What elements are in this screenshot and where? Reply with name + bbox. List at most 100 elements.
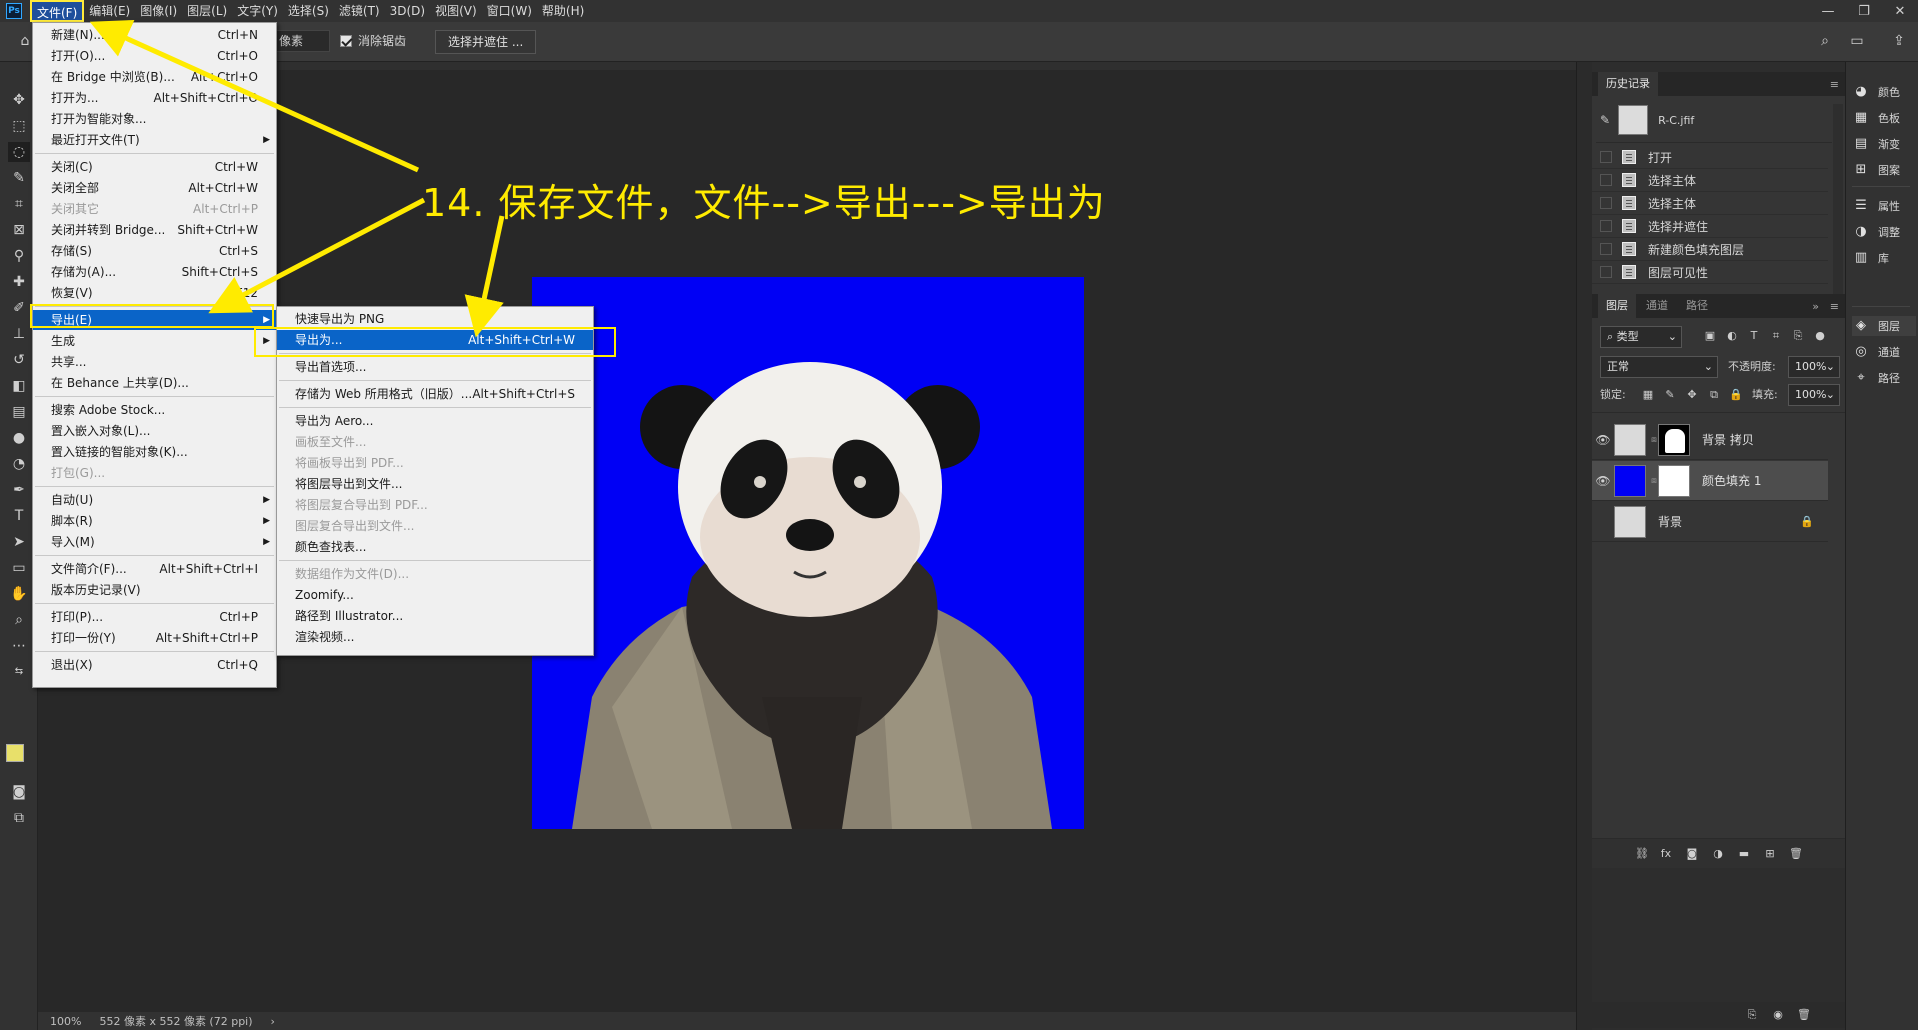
eye-icon[interactable]: 👁 xyxy=(1592,433,1614,447)
menu-save[interactable]: 存储(S) Ctrl+S xyxy=(33,241,276,261)
menu-place-linked[interactable]: 置入链接的智能对象(K)... xyxy=(33,442,276,462)
blend-mode-select[interactable]: 正常 ⌄ xyxy=(1600,356,1718,378)
menu-file[interactable]: 文件(F) xyxy=(30,0,85,22)
menu-share[interactable]: 共享... xyxy=(33,352,276,372)
status-arrow-icon[interactable]: › xyxy=(271,1015,275,1028)
dock-color[interactable]: ◕ 颜色 xyxy=(1852,82,1916,102)
history-step[interactable]: 图层可见性 xyxy=(1592,261,1828,284)
menu-type[interactable]: 文字(Y) xyxy=(232,0,283,22)
menu-scripts[interactable]: 脚本(R) ▶ xyxy=(33,511,276,531)
hand-tool-icon[interactable]: ✋ xyxy=(8,584,30,604)
history-scrollbar[interactable] xyxy=(1833,104,1843,304)
brush-tool-icon[interactable]: ✐ xyxy=(8,298,30,318)
layer-name[interactable]: 颜色填充 1 xyxy=(1702,472,1761,489)
menu-close-go-bridge[interactable]: 关闭并转到 Bridge... Shift+Ctrl+W xyxy=(33,220,276,240)
link-icon[interactable]: ⧈ xyxy=(1650,476,1658,486)
foreground-color-swatch[interactable] xyxy=(6,744,24,762)
panel-menu-icon[interactable]: ≡ xyxy=(1830,78,1839,91)
lock-all-icon[interactable]: 🔒 xyxy=(1728,387,1744,403)
add-mask-icon[interactable]: ◙ xyxy=(1684,846,1700,862)
filter-smart-object-icon[interactable]: ⎘ xyxy=(1790,328,1806,344)
dock-adjustments[interactable]: ◑ 调整 xyxy=(1852,222,1916,242)
menu-edit[interactable]: 编辑(E) xyxy=(84,0,135,22)
vertical-scrollbar[interactable] xyxy=(1576,62,1592,1030)
lock-icon[interactable]: 🔒 xyxy=(1800,515,1814,528)
tab-layers[interactable]: 图层 xyxy=(1598,294,1636,318)
crop-tool-icon[interactable]: ⌗ xyxy=(8,194,30,214)
menu-zoomify[interactable]: Zoomify... xyxy=(277,585,593,605)
menu-search-stock[interactable]: 搜索 Adobe Stock... xyxy=(33,400,276,420)
filter-type-icon[interactable]: T xyxy=(1746,328,1762,344)
menu-image[interactable]: 图像(I) xyxy=(135,0,182,22)
lock-image-icon[interactable]: ✎ xyxy=(1662,387,1678,403)
zoom-tool-icon[interactable]: ⌕ xyxy=(8,610,30,630)
lock-position-icon[interactable]: ✥ xyxy=(1684,387,1700,403)
dock-libraries[interactable]: ▥ 库 xyxy=(1852,248,1916,268)
filter-toggle-icon[interactable]: ● xyxy=(1812,328,1828,344)
new-layer-icon[interactable]: ⊞ xyxy=(1762,846,1778,862)
share-icon[interactable]: ⇪ xyxy=(1890,32,1908,50)
layer-mask-thumbnail[interactable] xyxy=(1658,423,1690,456)
lasso-tool-icon[interactable]: ◌ xyxy=(8,142,30,162)
dodge-tool-icon[interactable]: ◔ xyxy=(8,454,30,474)
new-group-icon[interactable]: ▬ xyxy=(1736,846,1752,862)
antialias-checkbox[interactable]: 消除锯齿 xyxy=(340,32,406,49)
link-icon[interactable]: ⧈ xyxy=(1650,435,1658,445)
marquee-tool-icon[interactable]: ⬚ xyxy=(8,116,30,136)
menu-close-all[interactable]: 关闭全部 Alt+Ctrl+W xyxy=(33,178,276,198)
menu-view[interactable]: 视图(V) xyxy=(430,0,482,22)
lock-artboard-icon[interactable]: ⧉ xyxy=(1706,387,1722,403)
history-step[interactable]: 选择主体 xyxy=(1592,169,1828,192)
healing-brush-icon[interactable]: ✚ xyxy=(8,272,30,292)
frame-tool-icon[interactable]: ⊠ xyxy=(8,220,30,240)
menu-export-preferences[interactable]: 导出首选项... xyxy=(277,357,593,377)
dock-channels[interactable]: ◎ 通道 xyxy=(1852,342,1916,362)
menu-revert[interactable]: 恢复(V) F12 xyxy=(33,283,276,303)
more-tools-icon[interactable]: ⋯ xyxy=(8,636,30,656)
screen-mode-icon[interactable]: ⧉ xyxy=(8,808,30,828)
layer-row[interactable]: 背景 🔒 xyxy=(1592,502,1828,542)
history-step[interactable]: 选择并遮住 xyxy=(1592,215,1828,238)
menu-print[interactable]: 打印(P)... Ctrl+P xyxy=(33,607,276,627)
select-and-mask-button[interactable]: 选择并遮住 ... xyxy=(435,30,537,54)
menu-paths-to-illustrator[interactable]: 路径到 Illustrator... xyxy=(277,606,593,626)
menu-recent-files[interactable]: 最近打开文件(T) ▶ xyxy=(33,130,276,150)
delete-layer-icon[interactable]: 🗑 xyxy=(1788,846,1804,862)
menu-layer[interactable]: 图层(L) xyxy=(182,0,232,22)
trash-icon[interactable]: 🗑 xyxy=(1796,1007,1812,1023)
menu-open[interactable]: 打开(O)... Ctrl+O xyxy=(33,46,276,66)
menu-window[interactable]: 窗口(W) xyxy=(482,0,537,22)
history-snapshot[interactable]: ✎ R-C.jfif xyxy=(1600,104,1836,136)
menu-quick-export-png[interactable]: 快速导出为 PNG xyxy=(277,309,593,329)
feather-unit-field[interactable]: 像素 xyxy=(272,30,330,52)
dock-swatches[interactable]: ▦ 色板 xyxy=(1852,108,1916,128)
dock-paths[interactable]: ⌖ 路径 xyxy=(1852,368,1916,388)
close-button[interactable]: ✕ xyxy=(1882,0,1918,22)
history-brush-icon[interactable]: ↺ xyxy=(8,350,30,370)
minimize-button[interactable]: — xyxy=(1810,0,1846,22)
layer-row[interactable]: 👁 ⧈ 背景 拷贝 xyxy=(1592,420,1828,460)
menu-place-embedded[interactable]: 置入嵌入对象(L)... xyxy=(33,421,276,441)
eraser-tool-icon[interactable]: ◧ xyxy=(8,376,30,396)
menu-browse-bridge[interactable]: 在 Bridge 中浏览(B)... Alt+Ctrl+O xyxy=(33,67,276,87)
menu-open-as[interactable]: 打开为... Alt+Shift+Ctrl+O xyxy=(33,88,276,108)
menu-exit[interactable]: 退出(X) Ctrl+Q xyxy=(33,655,276,675)
zoom-level[interactable]: 100% xyxy=(50,1015,81,1028)
dock-gradients[interactable]: ▤ 渐变 xyxy=(1852,134,1916,154)
layer-name[interactable]: 背景 拷贝 xyxy=(1702,431,1754,448)
panel-menu-icon[interactable]: ≡ xyxy=(1830,300,1839,313)
menu-help[interactable]: 帮助(H) xyxy=(537,0,589,22)
camera-icon[interactable]: ◉ xyxy=(1770,1007,1786,1023)
menu-file-info[interactable]: 文件简介(F)... Alt+Shift+Ctrl+I xyxy=(33,559,276,579)
dock-layers[interactable]: ◈ 图层 xyxy=(1852,316,1916,336)
path-select-icon[interactable]: ➤ xyxy=(8,532,30,552)
eyedropper-tool-icon[interactable]: ⚲ xyxy=(8,246,30,266)
fill-field[interactable]: 100% ⌄ xyxy=(1788,384,1840,406)
eye-icon[interactable]: 👁 xyxy=(1592,474,1614,488)
adjustment-layer-icon[interactable]: ◑ xyxy=(1710,846,1726,862)
menu-layers-to-files[interactable]: 将图层导出到文件... xyxy=(277,474,593,494)
layer-row[interactable]: 👁 ⧈ 颜色填充 1 xyxy=(1592,461,1828,501)
filter-pixel-icon[interactable]: ▣ xyxy=(1702,328,1718,344)
type-tool-icon[interactable]: T xyxy=(8,506,30,526)
menu-print-one-copy[interactable]: 打印一份(Y) Alt+Shift+Ctrl+P xyxy=(33,628,276,648)
